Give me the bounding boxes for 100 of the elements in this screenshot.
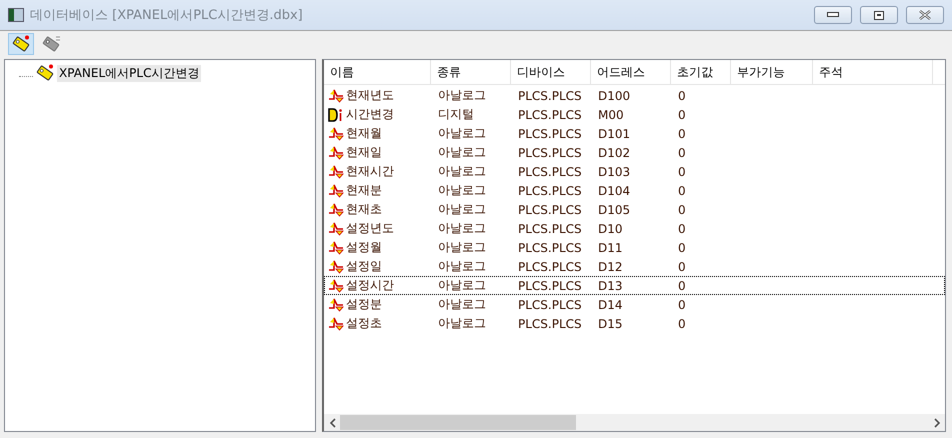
table-cell-text: D11 [597, 240, 624, 254]
table-cell-text: 0 [677, 108, 687, 122]
table-cell-text: 아날로그 [437, 201, 487, 218]
scroll-thumb[interactable] [340, 415, 576, 430]
window-title: 데이터베이스 [XPANEL에서PLC시간변경.dbx] [30, 7, 304, 24]
table-cell-text: D13 [597, 278, 624, 292]
close-icon [919, 10, 931, 20]
table-cell-text: D12 [597, 260, 624, 274]
table-cell-text: PLCS.PLCS [517, 126, 583, 140]
table-cell: 설정일 [346, 258, 382, 275]
table-cell-text: 0 [677, 184, 687, 198]
table-cell-text: 아날로그 [437, 163, 487, 180]
table-cell: 현재초 [346, 201, 382, 218]
table-cell-text: 아날로그 [437, 277, 487, 294]
analog-signal-icon [328, 260, 344, 274]
minimize-button[interactable] [814, 6, 852, 24]
table-cell-text: 아날로그 [437, 125, 487, 142]
table-cell-text: 0 [677, 146, 687, 160]
table-cell-text: D103 [597, 164, 632, 178]
analog-signal-icon [328, 240, 344, 254]
table-cell-text: 0 [677, 260, 687, 274]
table-cell-text: 0 [677, 278, 687, 292]
table-cell-text: 0 [677, 126, 687, 140]
column-header[interactable]: 이름 [324, 60, 431, 84]
table-cell-text: 0 [677, 240, 687, 254]
column-header[interactable]: 부가기능 [731, 60, 813, 84]
table-cell-text: PLCS.PLCS [517, 164, 583, 178]
analog-signal-icon [328, 222, 344, 236]
table-cell-text: D101 [597, 126, 632, 140]
table-cell-text: 디지털 [437, 106, 475, 123]
analog-signal-icon [328, 164, 344, 178]
table-cell-text: 아날로그 [437, 239, 487, 256]
table-cell-text: 아날로그 [437, 296, 487, 313]
table-cell-text: 0 [677, 316, 687, 330]
table-cell-text: PLCS.PLCS [517, 260, 583, 274]
table-cell: 현재년도 [346, 87, 394, 104]
table-cell: 현재분 [346, 182, 382, 199]
analog-signal-icon [328, 278, 344, 292]
table-cell-text: 아날로그 [437, 182, 487, 199]
table-cell-text: M00 [597, 108, 625, 122]
table-cell: 설정시간 [346, 277, 394, 294]
column-header[interactable]: 초기값 [671, 60, 731, 84]
table-cell-text: D15 [597, 316, 624, 330]
analog-signal-icon [328, 202, 344, 216]
table-cell-text: D14 [597, 298, 624, 312]
analog-signal-icon [328, 126, 344, 140]
table-cell: 시간변경 [346, 106, 394, 123]
app-icon [8, 8, 24, 22]
table-cell-text: 아날로그 [437, 144, 487, 161]
table-cell: 현재월 [346, 125, 382, 142]
scroll-left-icon[interactable] [328, 418, 336, 428]
column-header[interactable]: 디바이스 [511, 60, 591, 84]
table-cell-text: PLCS.PLCS [517, 88, 583, 102]
table-cell-text: 0 [677, 164, 687, 178]
table-cell-text: 0 [677, 298, 687, 312]
table-cell-text: PLCS.PLCS [517, 222, 583, 236]
table-cell-text: 0 [677, 202, 687, 216]
table-cell-text: PLCS.PLCS [517, 146, 583, 160]
table-cell: 설정분 [346, 296, 382, 313]
focused-row[interactable]: 설정시간 아날로그 PLCS.PLCS D13 0 [324, 276, 945, 295]
tree-item[interactable]: XPANEL에서PLC시간변경 [57, 64, 202, 82]
table-cell-text: PLCS.PLCS [517, 202, 583, 216]
column-header[interactable]: 어드레스 [591, 60, 671, 84]
minimize-icon [827, 12, 839, 18]
analog-signal-icon [328, 146, 344, 160]
scroll-right-icon[interactable] [934, 418, 940, 428]
close-button[interactable] [906, 6, 944, 24]
analog-signal-icon [328, 298, 344, 312]
table-cell-text: 아날로그 [437, 220, 487, 237]
table-cell: 현재시간 [346, 163, 394, 180]
analog-signal-icon [328, 88, 344, 102]
new-tag-button[interactable] [8, 33, 34, 55]
horizontal-scrollbar[interactable] [324, 414, 945, 431]
table-cell-text: D105 [597, 202, 632, 216]
table-cell-text: PLCS.PLCS [517, 316, 583, 330]
table-cell-text: 0 [677, 88, 687, 102]
column-header[interactable]: 종류 [431, 60, 511, 84]
table-cell-text: 아날로그 [437, 87, 487, 104]
table-cell-text: 아날로그 [437, 258, 487, 275]
table-cell-text: PLCS.PLCS [517, 108, 583, 122]
table-cell: 현재일 [346, 144, 382, 161]
analog-signal-icon [328, 184, 344, 198]
maximize-button[interactable] [860, 6, 898, 24]
table-cell-text: 0 [677, 222, 687, 236]
table-cell-text: PLCS.PLCS [517, 184, 583, 198]
tag-icon [11, 35, 31, 53]
table-cell-text: PLCS.PLCS [517, 278, 583, 292]
table-cell: 설정초 [346, 315, 382, 332]
table-cell-text: D100 [597, 88, 632, 102]
analog-signal-icon [328, 316, 344, 330]
table-cell-text: PLCS.PLCS [517, 240, 583, 254]
table-cell: 설정월 [346, 239, 382, 256]
column-header[interactable]: 주석 [813, 60, 933, 84]
table-cell-text: PLCS.PLCS [517, 298, 583, 312]
table-cell-text: D10 [597, 222, 624, 236]
table-cell-text: D104 [597, 184, 632, 198]
digital-signal-icon [328, 108, 344, 122]
maximize-icon [874, 10, 884, 20]
table-cell-text: D102 [597, 146, 632, 160]
table-cell: 설정년도 [346, 220, 394, 237]
